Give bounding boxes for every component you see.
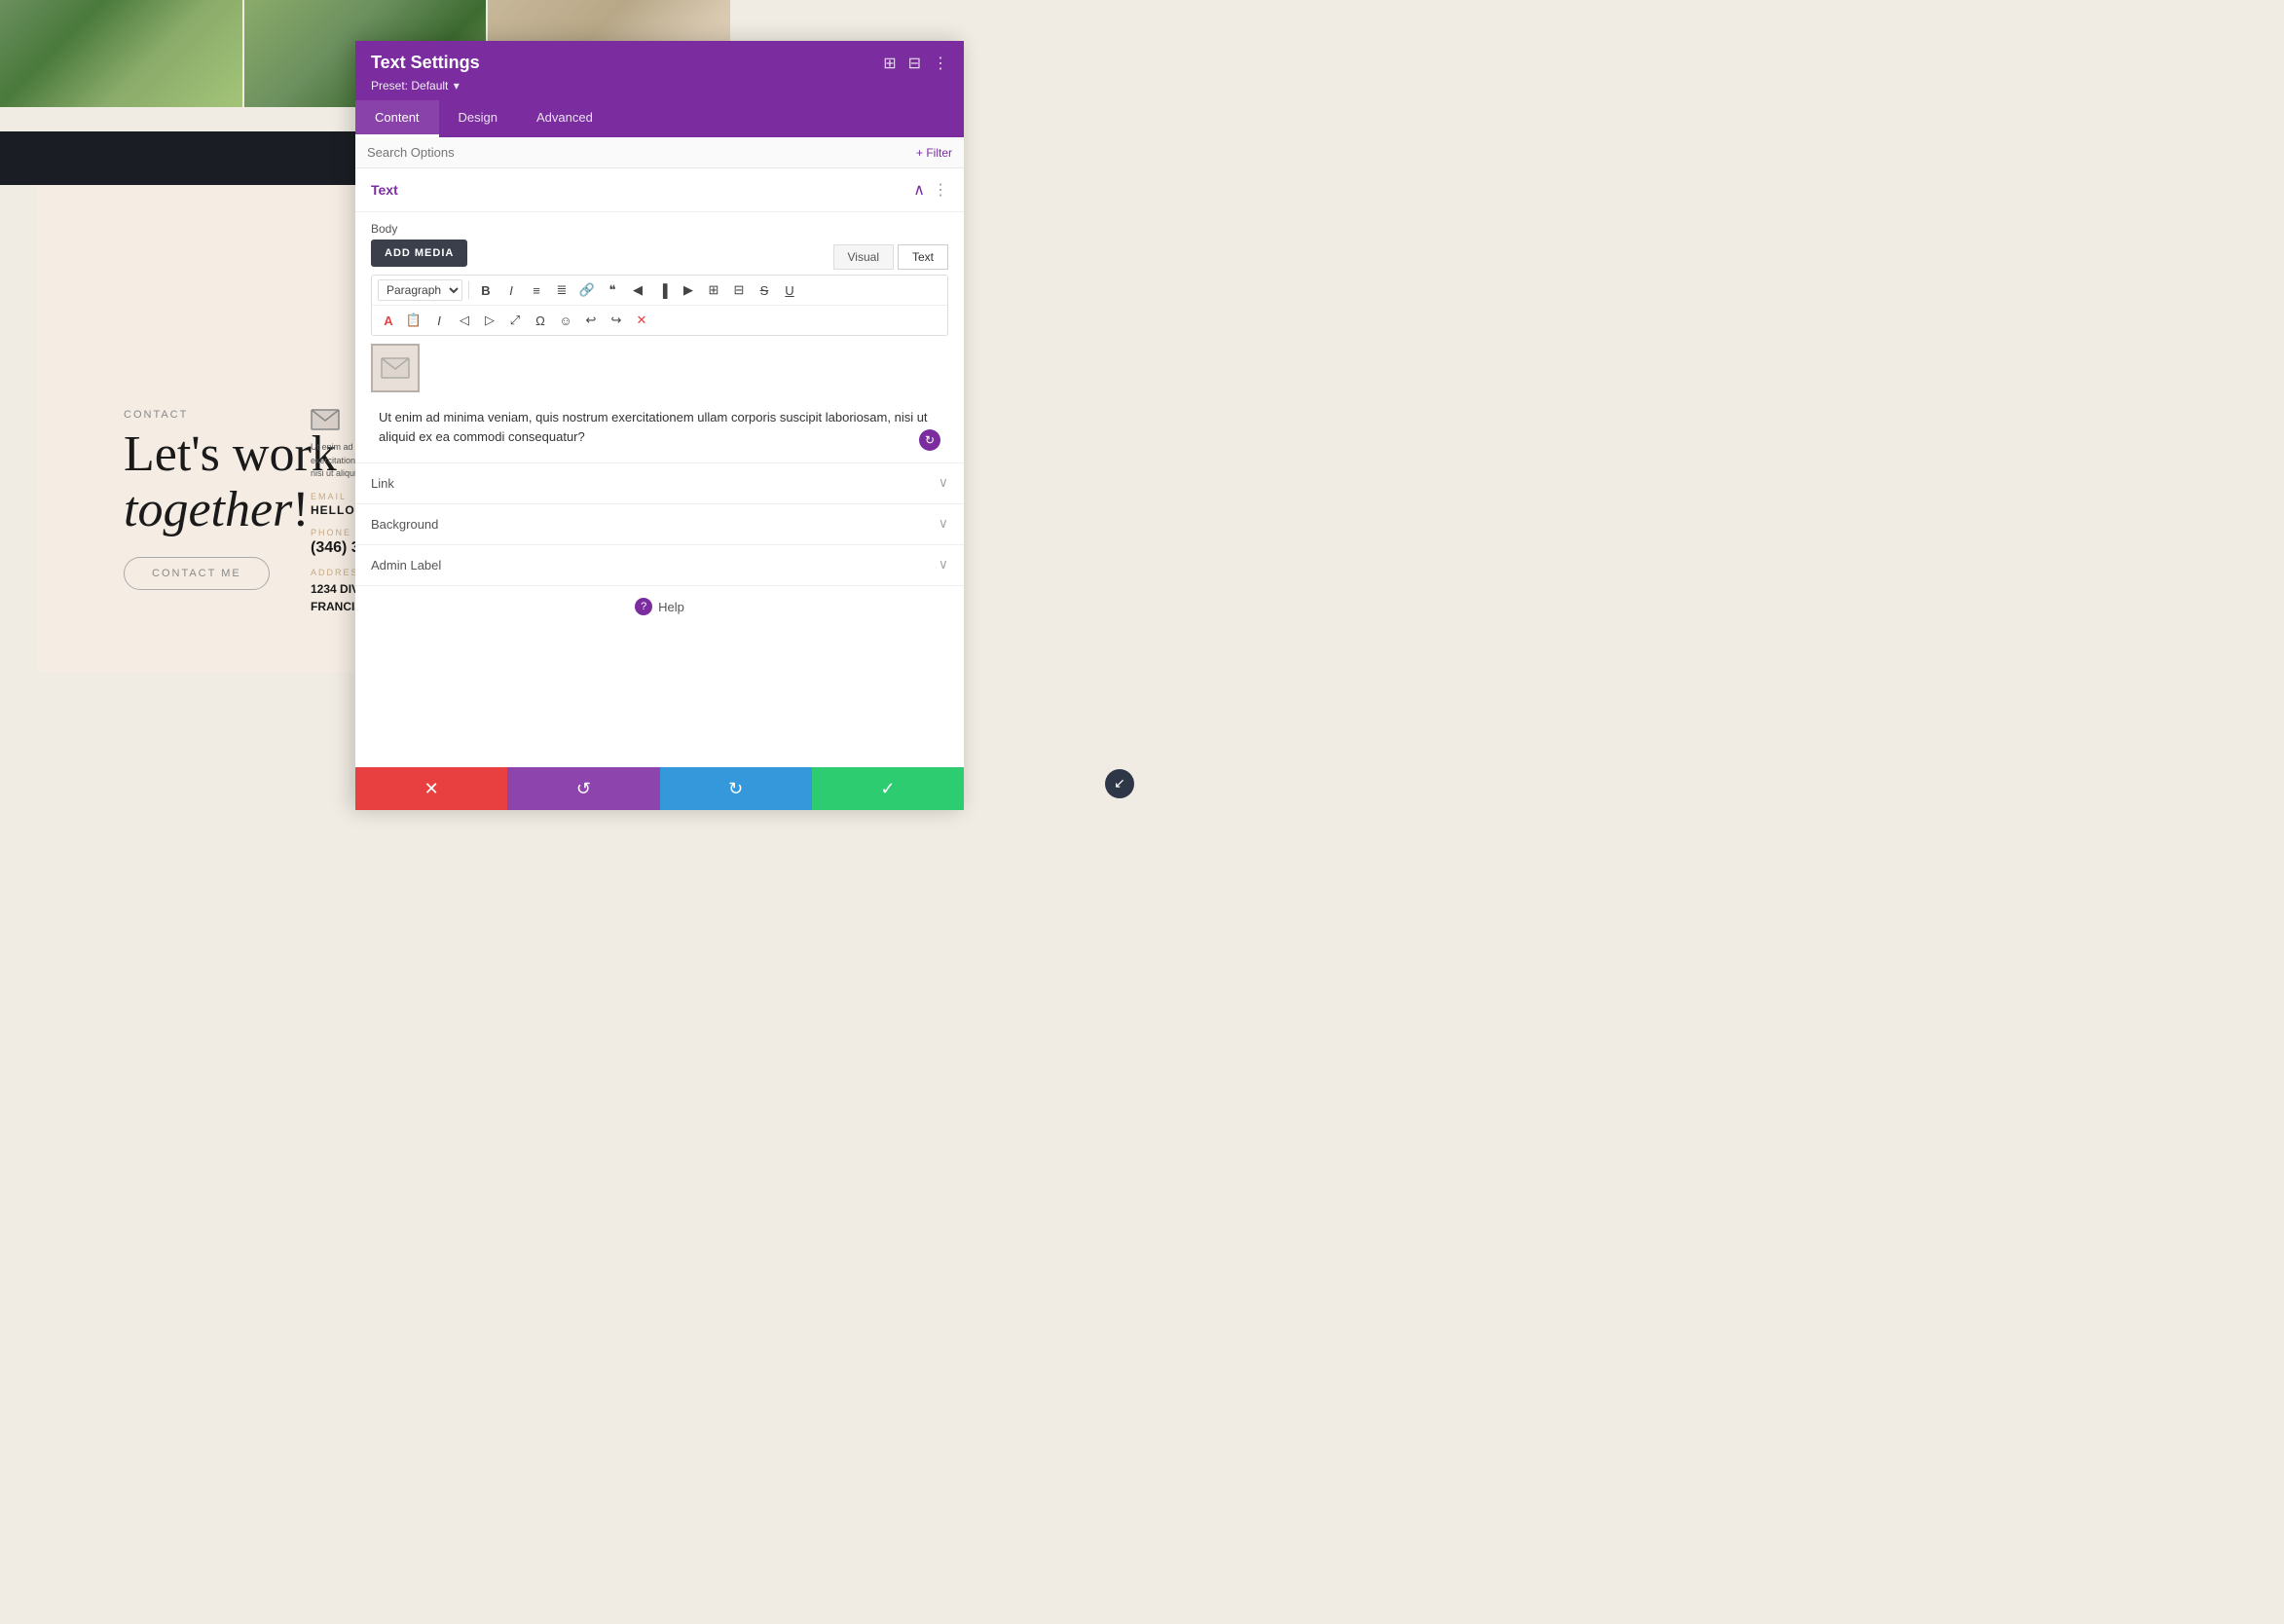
align-right-button[interactable]: ▶ <box>678 279 699 301</box>
align-center-button[interactable]: ▐ <box>652 279 674 301</box>
heading-punctuation: ! <box>292 482 309 537</box>
indent-button[interactable]: ▷ <box>479 310 500 331</box>
text-section-header: Text ∧ ⋮ <box>355 168 964 212</box>
admin-label-section[interactable]: Admin Label ∨ <box>355 544 964 585</box>
help-section[interactable]: ? Help <box>355 585 964 627</box>
panel-body: Text ∧ ⋮ Body ADD MEDIA Visual Text Para… <box>355 168 964 767</box>
strikethrough-button[interactable]: S <box>754 279 775 301</box>
panel-title: Text Settings <box>371 53 480 73</box>
panel-tabs: Content Design Advanced <box>355 100 964 137</box>
help-text: Help <box>658 600 684 614</box>
link-chevron-icon: ∨ <box>939 475 948 492</box>
text-toggle-button[interactable]: Text <box>898 244 948 270</box>
panel-header-top: Text Settings ⊞ ⊟ ⋮ <box>371 53 948 73</box>
add-media-button[interactable]: ADD MEDIA <box>371 240 467 267</box>
paragraph-select[interactable]: Paragraph <box>378 279 462 301</box>
special-chars-button[interactable]: Ω <box>530 310 551 331</box>
text-color-button[interactable]: A <box>378 310 399 331</box>
phone-label: PHONE <box>311 528 351 537</box>
admin-chevron-icon: ∨ <box>939 557 948 573</box>
heading-line1: Let's work <box>124 426 337 482</box>
link-label: Link <box>371 476 394 491</box>
unordered-list-button[interactable]: ≡ <box>526 279 547 301</box>
settings-panel: Text Settings ⊞ ⊟ ⋮ Preset: Default ▾ Co… <box>355 41 964 810</box>
contact-label: CONTACT <box>124 409 188 421</box>
panel-search: + Filter <box>355 137 964 168</box>
heading-line2: together <box>124 482 292 537</box>
admin-label-text: Admin Label <box>371 558 441 572</box>
save-button[interactable]: ✓ <box>812 767 964 810</box>
cancel-button[interactable]: ✕ <box>355 767 507 810</box>
table-button[interactable]: ⊞ <box>703 279 724 301</box>
back-arrow-button[interactable]: ↙ <box>1105 769 1134 798</box>
align-left-button[interactable]: ◀ <box>627 279 648 301</box>
table-options-button[interactable]: ⊟ <box>728 279 750 301</box>
maximize-icon[interactable]: ⊞ <box>883 54 896 73</box>
background-label: Background <box>371 517 438 532</box>
body-label: Body <box>355 212 964 240</box>
remove-format-button[interactable]: ✕ <box>631 310 652 331</box>
blockquote-button[interactable]: ❝ <box>602 279 623 301</box>
tab-design[interactable]: Design <box>439 100 517 137</box>
filter-button[interactable]: + Filter <box>916 146 952 160</box>
section-menu-icon[interactable]: ⋮ <box>933 180 948 200</box>
underline-button[interactable]: U <box>779 279 800 301</box>
toolbar-divider-1 <box>468 281 469 299</box>
paste-button[interactable]: 📋 <box>403 310 424 331</box>
tab-content[interactable]: Content <box>355 100 439 137</box>
preset-arrow: ▾ <box>450 79 459 92</box>
preset-label: Preset: Default <box>371 79 448 92</box>
toolbar-row-2: A 📋 I ◁ ▷ ⤢ Ω ☺ ↩ ↪ ✕ <box>372 306 947 335</box>
visual-toggle-button[interactable]: Visual <box>833 244 894 270</box>
gallery-image-1 <box>0 0 242 107</box>
panel-preset[interactable]: Preset: Default ▾ <box>371 79 948 92</box>
visual-text-toggle: Visual Text <box>833 244 948 270</box>
dark-section-bar <box>0 131 360 185</box>
background-section[interactable]: Background ∨ <box>355 503 964 544</box>
more-icon[interactable]: ⋮ <box>933 54 948 73</box>
link-button[interactable]: 🔗 <box>576 279 598 301</box>
expand-button[interactable]: ⤢ <box>504 310 526 331</box>
toolbar-row-1: Paragraph B I ≡ ≣ 🔗 ❝ ◀ ▐ ▶ ⊞ ⊟ S U <box>372 276 947 306</box>
undo-button[interactable]: ↩ <box>580 310 602 331</box>
redo-button[interactable]: ↪ <box>606 310 627 331</box>
editor-image-placeholder <box>371 344 420 392</box>
emoji-button[interactable]: ☺ <box>555 310 576 331</box>
text-section-title: Text <box>371 182 398 198</box>
contact-me-button[interactable]: CONTACT ME <box>124 557 270 590</box>
split-icon[interactable]: ⊟ <box>908 54 921 73</box>
editor-toolbar: Paragraph B I ≡ ≣ 🔗 ❝ ◀ ▐ ▶ ⊞ ⊟ S U A <box>371 275 948 336</box>
tab-advanced[interactable]: Advanced <box>517 100 612 137</box>
search-input[interactable] <box>367 145 916 160</box>
section-controls: ∧ ⋮ <box>913 180 948 200</box>
section-collapse-icon[interactable]: ∧ <box>913 180 925 200</box>
envelope-icon <box>311 409 340 430</box>
editor-text: Ut enim ad minima veniam, quis nostrum e… <box>379 410 928 444</box>
outdent-button[interactable]: ◁ <box>454 310 475 331</box>
italic-button[interactable]: I <box>500 279 522 301</box>
panel-header: Text Settings ⊞ ⊟ ⋮ Preset: Default ▾ <box>355 41 964 100</box>
link-section[interactable]: Link ∨ <box>355 462 964 503</box>
panel-bottom-bar: ✕ ↺ ↻ ✓ <box>355 767 964 810</box>
redo-action-button[interactable]: ↻ <box>660 767 812 810</box>
bold-button[interactable]: B <box>475 279 497 301</box>
panel-header-icons: ⊞ ⊟ ⋮ <box>883 54 948 73</box>
ordered-list-button[interactable]: ≣ <box>551 279 572 301</box>
italic2-button[interactable]: I <box>428 310 450 331</box>
help-icon: ? <box>635 598 652 615</box>
regenerate-button[interactable]: ↻ <box>919 429 940 451</box>
email-label: EMAIL <box>311 492 347 501</box>
editor-content[interactable]: Ut enim ad minima veniam, quis nostrum e… <box>371 400 948 459</box>
contact-heading: Let's work together! <box>124 426 337 537</box>
background-chevron-icon: ∨ <box>939 516 948 533</box>
reset-button[interactable]: ↺ <box>507 767 659 810</box>
